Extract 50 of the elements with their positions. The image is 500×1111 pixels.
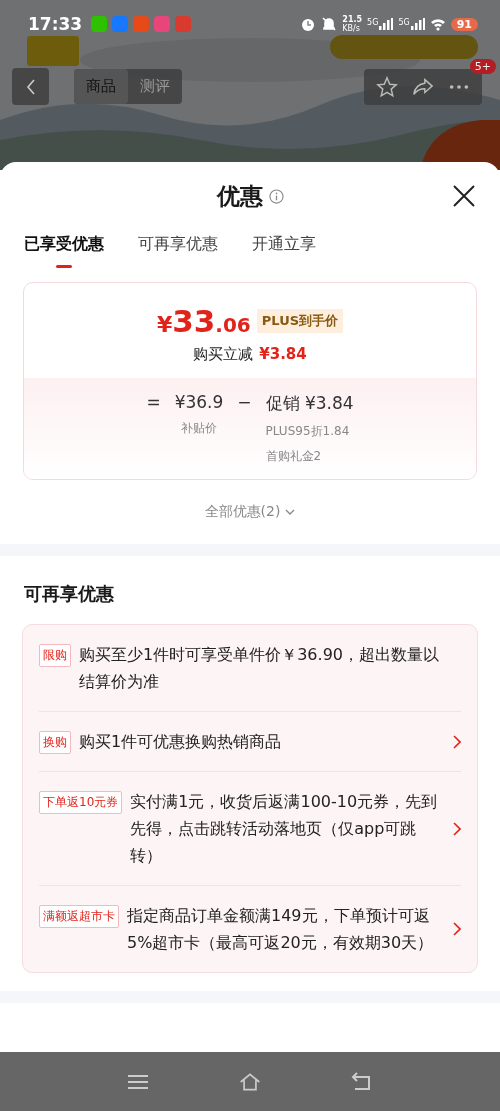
chevron-down-icon[interactable] xyxy=(285,509,296,515)
discount-label: 购买立减 xyxy=(193,345,254,364)
wifi-icon xyxy=(429,16,446,32)
offer-tab[interactable]: 开通立享 xyxy=(252,230,316,272)
network-type: 5G xyxy=(398,18,410,27)
mute-bell-icon xyxy=(321,16,338,32)
close-icon[interactable] xyxy=(453,185,475,207)
offer-tag: 下单返10元券 xyxy=(39,791,123,814)
star-icon[interactable] xyxy=(376,75,398,98)
base-price-label: 补贴价 xyxy=(180,420,217,437)
offer-description: 指定商品订单金额满149元，下单预计可返5%超市卡（最高可返20元，有效期30天） xyxy=(127,905,435,954)
promo-detail: PLUS95折1.84 xyxy=(265,423,350,440)
chevron-right-icon[interactable] xyxy=(453,821,461,836)
share-icon[interactable] xyxy=(412,75,434,98)
home-icon[interactable] xyxy=(239,1071,261,1092)
price-tag: PLUS到手价 xyxy=(256,309,344,333)
info-icon[interactable] xyxy=(268,188,284,204)
video-app-icon xyxy=(154,16,171,32)
promo-amount: 促销 ¥3.84 xyxy=(265,392,354,415)
back-button[interactable] xyxy=(12,68,49,105)
chat-app-icon xyxy=(91,16,108,32)
discount-value: ¥3.84 xyxy=(259,345,307,364)
offer-tab[interactable]: 可再享优惠 xyxy=(138,230,218,272)
promo-detail: 首购礼金2 xyxy=(265,448,322,465)
sheet-title: 优惠 xyxy=(216,181,263,211)
offer-tab[interactable]: 已享受优惠 xyxy=(24,230,104,272)
offer-description: 购买至少1件时可享受单件价￥36.90，超出数量以结算价为准 xyxy=(79,644,440,693)
chevron-right-icon[interactable] xyxy=(453,922,461,936)
network-type: 5G xyxy=(367,18,379,27)
final-price: ¥33.06 xyxy=(156,303,251,339)
offer-tag: 限购 xyxy=(39,644,71,667)
offer-description: 实付满1元，收货后返满100-10元券，先到先得，点击跳转活动落地页（仅app可跳转） xyxy=(130,791,439,867)
network-speed: 21.5 KB/s xyxy=(342,15,363,33)
alarm-icon xyxy=(300,16,317,32)
back-icon[interactable] xyxy=(351,1071,373,1092)
status-time: 17:33 xyxy=(28,14,83,34)
section-title: 可再享优惠 xyxy=(23,582,115,606)
offer-description: 购买1件可优惠换购热销商品 xyxy=(79,731,283,753)
offer-tag: 换购 xyxy=(39,731,71,754)
chevron-right-icon[interactable] xyxy=(453,734,461,749)
signal-icon xyxy=(379,18,394,30)
payment-app-icon xyxy=(112,16,129,32)
minus-sign: − xyxy=(237,392,252,412)
equals-sign: = xyxy=(146,392,161,412)
base-price: ¥36.9 xyxy=(174,392,224,412)
signal-icon xyxy=(410,18,425,30)
offer-tag: 满额返超市卡 xyxy=(39,905,119,928)
all-offers-link[interactable]: 全部优惠(2) xyxy=(198,502,302,522)
shopping-app-icon xyxy=(133,16,150,32)
store-app-icon xyxy=(175,16,192,32)
